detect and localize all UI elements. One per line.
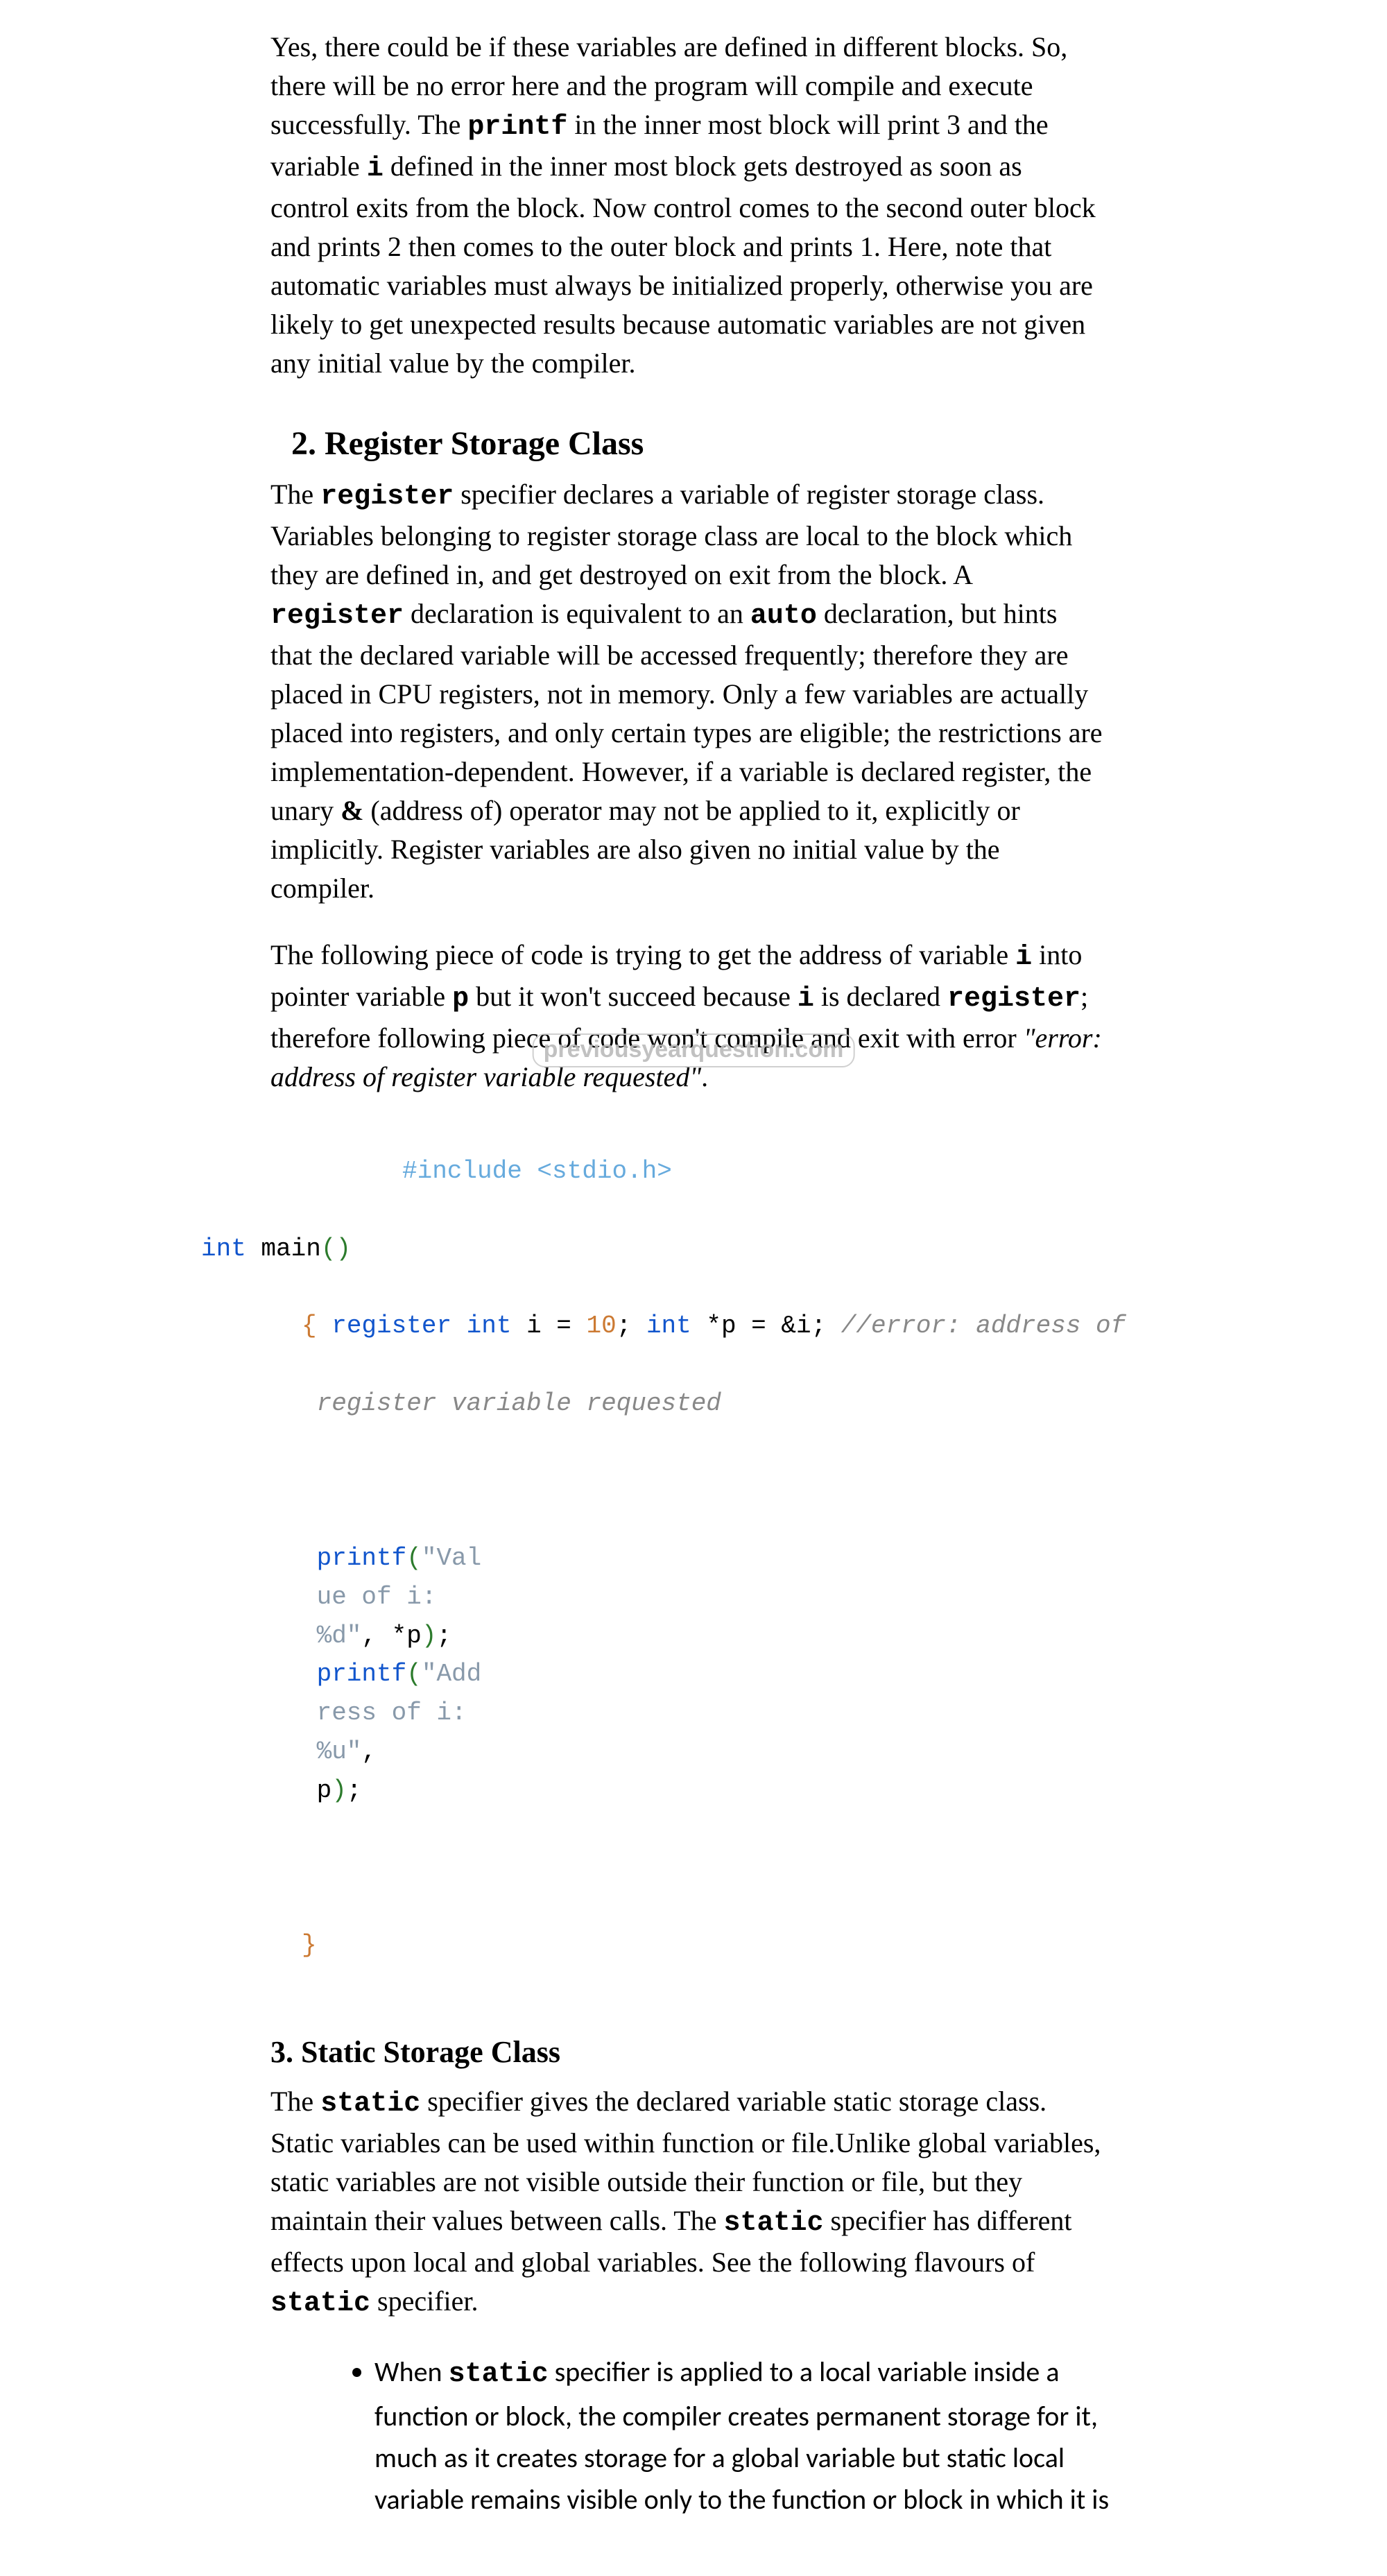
code-paren-open: ( <box>406 1544 422 1572</box>
code-fn-main: main <box>246 1235 321 1263</box>
code-register: register <box>270 601 404 632</box>
paragraph-intro: Yes, there could be if these variables a… <box>270 28 1103 383</box>
text: The <box>270 2086 320 2117</box>
code-keyword-int: int <box>646 1312 691 1340</box>
text: (address of) operator may not be applied… <box>270 795 1020 904</box>
bullet-list: When static specifier is applied to a lo… <box>333 2351 1137 2521</box>
paragraph-static: The static specifier gives the declared … <box>270 2082 1103 2324</box>
text: but it won't succeed because <box>469 981 798 1012</box>
code-fn-printf: printf <box>302 1544 406 1572</box>
code-paren-open: ( <box>406 1660 422 1688</box>
code-register: register <box>320 481 454 513</box>
text: is declared <box>814 981 947 1012</box>
ampersand: & <box>341 795 363 826</box>
list-item: When static specifier is applied to a lo… <box>374 2351 1137 2521</box>
code-static: static <box>320 2088 420 2120</box>
code-p: p <box>452 984 469 1015</box>
text: specifier. <box>370 2285 479 2317</box>
text: . <box>701 1061 708 1092</box>
code-brace-open: { <box>302 1312 317 1340</box>
code-static: static <box>449 2359 549 2390</box>
text: defined in the inner most block gets des… <box>270 151 1096 379</box>
paragraph-register-2: The following piece of code is trying to… <box>270 936 1103 1097</box>
code-text: *p = &i; <box>691 1312 841 1340</box>
code-printf: printf <box>467 112 567 143</box>
text: declaration, but hints that the declared… <box>270 598 1103 826</box>
code-register: register <box>947 984 1080 1015</box>
code-keyword-register: register <box>317 1312 467 1340</box>
code-text: i = <box>511 1312 586 1340</box>
text: When <box>374 2355 449 2389</box>
code-paren-close: ) <box>331 1776 347 1805</box>
code-text: , *p <box>361 1622 421 1650</box>
text: The <box>270 479 320 510</box>
code-paren-close: ) <box>422 1622 437 1650</box>
code-i: i <box>367 153 384 184</box>
heading-register-storage-class: 2. Register Storage Class <box>291 424 1297 463</box>
code-include: #include <stdio.h> <box>402 1157 672 1185</box>
code-comment: register variable requested <box>302 1389 721 1418</box>
code-number-10: 10 <box>587 1312 617 1340</box>
code-auto: auto <box>750 601 817 632</box>
code-keyword-int: int <box>467 1312 512 1340</box>
code-i: i <box>1015 942 1032 973</box>
code-keyword-int: int <box>201 1235 246 1263</box>
code-parens: () <box>321 1235 351 1263</box>
code-comment: //error: address of <box>841 1312 1126 1340</box>
code-block: #include <stdio.h> int main() { register… <box>201 1152 1297 1965</box>
heading-static-storage-class: 3. Static Storage Class <box>270 2034 1297 2070</box>
code-static: static <box>270 2288 370 2319</box>
text: declaration is equivalent to an <box>404 598 750 629</box>
text: The following piece of code is trying to… <box>270 939 1015 970</box>
code-text: ; <box>617 1312 646 1340</box>
code-static: static <box>723 2208 823 2239</box>
code-brace-close: } <box>302 1931 317 1959</box>
paragraph-register-1: The register specifier declares a variab… <box>270 475 1103 908</box>
code-fn-printf: printf <box>302 1660 406 1688</box>
code-semi: ; <box>347 1776 362 1805</box>
code-semi: ; <box>436 1622 451 1650</box>
code-i: i <box>798 984 814 1015</box>
